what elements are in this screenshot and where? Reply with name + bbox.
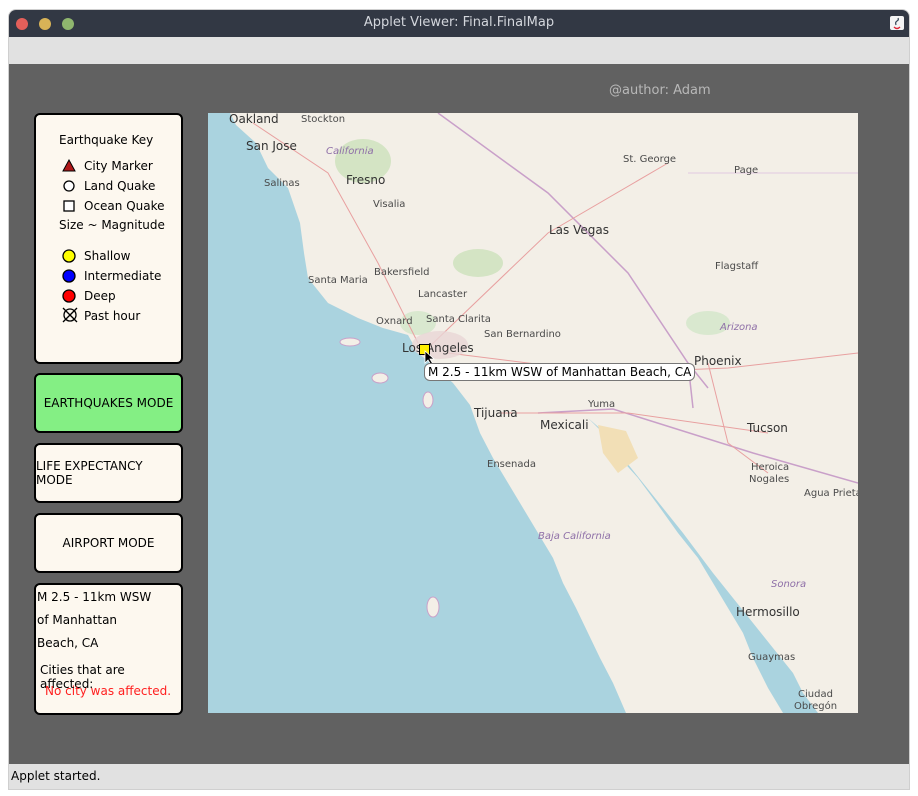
map-label-baja-california: Baja California [538,531,611,542]
map-label-ensenada: Ensenada [487,459,536,470]
map-view[interactable]: Oakland Stockton San Jose California Sal… [208,113,858,713]
key-title: Earthquake Key [59,133,154,147]
key-item-city-marker: City Marker [84,159,153,173]
info-title-line-3: Beach, CA [37,636,99,650]
map-label-nogales: Nogales [749,474,790,485]
map-label-california: California [326,146,374,157]
map-label-arizona: Arizona [720,322,758,333]
triangle-icon [62,158,76,172]
status-bar: Applet started. [9,764,909,789]
map-label-page: Page [734,165,759,176]
map-label-salinas: Salinas [264,178,300,189]
map-label-san-jose: San Jose [246,139,297,153]
applet-canvas: @author: Adam Earthquake Key City Marker… [9,64,909,764]
square-icon [62,198,76,212]
quake-tooltip: M 2.5 - 11km WSW of Manhattan Beach, CA [424,363,696,381]
map-label-oxnard: Oxnard [376,316,413,327]
map-label-santa-maria: Santa Maria [308,275,368,286]
applet-window: Applet Viewer: Final.FinalMap @author: A… [9,10,909,789]
map-label-tucson: Tucson [747,421,788,435]
map-label-visalia: Visalia [373,199,406,210]
map-label-ciudad: Ciudad [798,689,833,700]
map-label-santa-clarita: Santa Clarita [426,314,491,325]
circle-icon [62,178,76,192]
map-label-san-bernardino: San Bernardino [484,329,561,340]
map-label-bakersfield: Bakersfield [374,267,430,278]
map-base [208,113,858,713]
map-label-yuma: Yuma [588,399,616,410]
key-item-ocean-quake: Ocean Quake [84,199,165,213]
map-label-sonora: Sonora [771,579,807,590]
map-label-hermosillo: Hermosillo [736,605,800,619]
map-label-las-vegas: Las Vegas [549,223,609,237]
map-label-st-george: St. George [623,154,677,165]
key-item-past-hour: Past hour [84,309,141,323]
map-label-phoenix: Phoenix [694,354,742,368]
key-item-land-quake: Land Quake [84,179,156,193]
info-title-line-1: M 2.5 - 11km WSW [37,590,152,604]
applet-menu-bar[interactable] [9,37,909,64]
author-label: @author: Adam [609,83,711,98]
map-label-lancaster: Lancaster [418,289,468,300]
map-label-los-angeles: Los Angeles [402,341,474,355]
key-item-deep: Deep [84,289,116,303]
map-label-stockton: Stockton [301,114,346,125]
deep-circle-icon [62,288,76,303]
map-label-flagstaff: Flagstaff [715,261,759,272]
size-magnitude-label: Size ~ Magnitude [59,218,165,232]
airport-mode-button[interactable]: AIRPORT MODE [34,513,183,573]
map-label-tijuana: Tijuana [474,406,518,420]
window-title: Applet Viewer: Final.FinalMap [363,15,555,30]
earthquake-key-panel: Earthquake Key City Marker Land Quake Oc… [34,113,183,364]
key-item-shallow: Shallow [84,249,131,263]
map-label-agua-prieta: Agua Prieta [804,488,858,499]
title-bar: Applet Viewer: Final.FinalMap [9,10,909,37]
info-title-line-2: of Manhattan [37,613,118,627]
crossed-circle-icon [62,307,78,323]
map-label-mexicali: Mexicali [540,418,589,432]
quake-info-panel: M 2.5 - 11km WSW of Manhattan Beach, CA … [34,583,183,715]
map-label-oakland: Oakland [229,113,279,126]
map-label-obregon: Obregón [794,701,838,712]
earthquakes-mode-button[interactable]: EARTHQUAKES MODE [34,373,183,433]
no-city-affected-text: No city was affected. [45,684,172,698]
java-icon [890,16,904,30]
life-expectancy-mode-button[interactable]: LIFE EXPECTANCY MODE [34,443,183,503]
status-text: Applet started. [11,769,101,783]
key-item-intermediate: Intermediate [84,269,162,283]
map-label-heroica: Heroica [751,462,790,473]
intermediate-circle-icon [62,268,76,283]
shallow-circle-icon [62,248,76,263]
map-label-fresno: Fresno [346,173,386,187]
map-label-guaymas: Guaymas [748,652,796,663]
